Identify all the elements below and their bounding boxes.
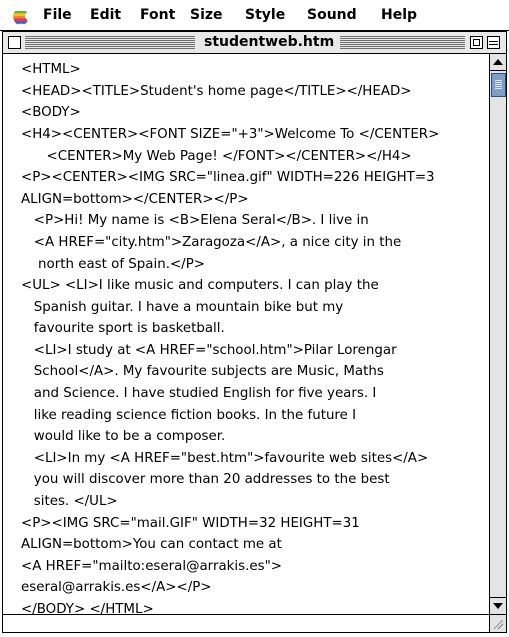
- code-line: ALIGN=bottom></CENTER></P>: [21, 192, 249, 207]
- vertical-scrollbar[interactable]: [489, 54, 506, 614]
- menu-edit[interactable]: Edit: [90, 7, 121, 23]
- zoom-box-icon[interactable]: [470, 36, 483, 49]
- code-line: ALIGN=bottom>You can contact me at: [21, 537, 282, 552]
- horizontal-scrollbar[interactable]: [3, 614, 489, 632]
- code-line: School</A>. My favourite subjects are Mu…: [21, 364, 384, 379]
- code-line: <P>Hi! My name is <B>Elena Seral</B>. I …: [21, 213, 369, 228]
- collapse-box-icon[interactable]: [487, 36, 500, 49]
- code-line: <LI>I study at <A HREF="school.htm">Pila…: [21, 343, 397, 358]
- code-line: and Science. I have studied English for …: [21, 386, 377, 401]
- code-line: Spanish guitar. I have a mountain bike b…: [21, 300, 344, 315]
- code-line: <A HREF="mailto:eseral@arrakis.es">: [21, 559, 282, 574]
- code-line: <P><IMG SRC="mail.GIF" WIDTH=32 HEIGHT=3…: [21, 516, 360, 531]
- menu-size[interactable]: Size: [190, 7, 223, 23]
- text-editor-area[interactable]: <HTML> <HEAD><TITLE>Student's home page<…: [3, 54, 489, 614]
- menu-file[interactable]: File: [43, 7, 72, 23]
- apple-menu-icon[interactable]: [12, 5, 30, 25]
- code-line: like reading science fiction books. In t…: [21, 408, 357, 423]
- document-window: studentweb.htm <HTML> <HEAD><TITLE>Stude…: [2, 31, 507, 633]
- close-box-icon[interactable]: [8, 36, 21, 49]
- code-line: sites. </UL>: [21, 494, 118, 509]
- menu-help[interactable]: Help: [381, 7, 417, 23]
- title-bar-stripes-left: [25, 36, 195, 49]
- resize-grip-icon[interactable]: [489, 614, 506, 632]
- menu-bar: File Edit Font Size Style Sound Help: [0, 0, 509, 31]
- window-title-bar[interactable]: studentweb.htm: [3, 32, 506, 54]
- code-line: would like to be a composer.: [21, 429, 226, 444]
- code-line: </BODY> </HTML>: [21, 602, 154, 614]
- code-line: <BODY>: [21, 105, 81, 120]
- code-line: north east of Spain.</P>: [21, 257, 205, 272]
- code-line: <HTML>: [21, 62, 81, 77]
- code-line: <LI>In my <A HREF="best.htm">favourite w…: [21, 451, 429, 466]
- code-line: <HEAD><TITLE>Student's home page</TITLE>…: [21, 84, 412, 99]
- scroll-thumb[interactable]: [491, 73, 506, 97]
- title-bar-stripes-right: [333, 36, 465, 49]
- code-line: eseral@arrakis.es</A></P>: [21, 580, 212, 595]
- menu-font[interactable]: Font: [140, 7, 175, 23]
- code-line: you will discover more than 20 addresses…: [21, 472, 390, 487]
- scroll-down-arrow-icon[interactable]: [490, 597, 506, 614]
- code-line: <H4><CENTER><FONT SIZE="+3">Welcome To <…: [21, 127, 440, 142]
- code-line: <P><CENTER><IMG SRC="linea.gif" WIDTH=22…: [21, 170, 435, 185]
- menu-style[interactable]: Style: [245, 7, 285, 23]
- code-line: <A HREF="city.htm">Zaragoza</A>, a nice …: [21, 235, 402, 250]
- menu-sound[interactable]: Sound: [307, 7, 357, 23]
- window-title: studentweb.htm: [198, 34, 341, 50]
- code-line: <UL> <LI>I like music and computers. I c…: [21, 278, 379, 293]
- scroll-up-arrow-icon[interactable]: [490, 54, 506, 71]
- code-line: <CENTER>My Web Page! </FONT></CENTER></H…: [21, 149, 412, 164]
- code-line: favourite sport is basketball.: [21, 321, 225, 336]
